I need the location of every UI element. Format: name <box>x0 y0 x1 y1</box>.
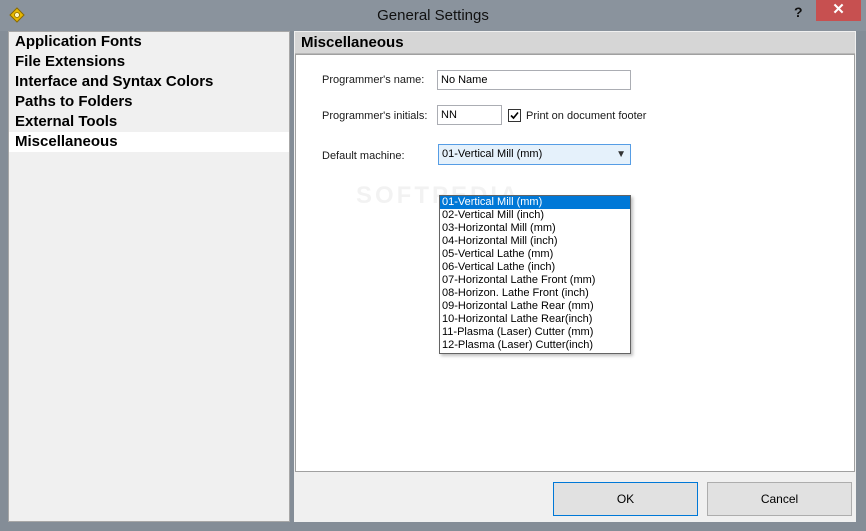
default-machine-label: Default machine: <box>322 150 405 162</box>
sidebar-item-application-fonts[interactable]: Application Fonts <box>9 32 289 52</box>
title-bar: General Settings ? ✕ <box>0 0 866 31</box>
sidebar-item-paths-to-folders[interactable]: Paths to Folders <box>9 92 289 112</box>
dropdown-option[interactable]: 07-Horizontal Lathe Front (mm) <box>440 274 630 287</box>
programmer-name-input[interactable]: No Name <box>437 70 631 90</box>
default-machine-select[interactable]: 01-Vertical Mill (mm) ▼ <box>438 144 631 165</box>
settings-category-list[interactable]: Application Fonts File Extensions Interf… <box>8 31 290 522</box>
window-title: General Settings <box>377 7 489 24</box>
dropdown-option[interactable]: 03-Horizontal Mill (mm) <box>440 222 630 235</box>
dropdown-option[interactable]: 09-Horizontal Lathe Rear (mm) <box>440 300 630 313</box>
dropdown-option[interactable]: 06-Vertical Lathe (inch) <box>440 261 630 274</box>
programmer-initials-input[interactable]: NN <box>437 105 502 125</box>
dropdown-option[interactable]: 05-Vertical Lathe (mm) <box>440 248 630 261</box>
dropdown-option[interactable]: 12-Plasma (Laser) Cutter(inch) <box>440 339 630 352</box>
print-footer-label[interactable]: Print on document footer <box>526 110 646 122</box>
dropdown-option[interactable]: 10-Horizontal Lathe Rear(inch) <box>440 313 630 326</box>
chevron-down-icon[interactable]: ▼ <box>616 145 626 164</box>
default-machine-value: 01-Vertical Mill (mm) <box>442 148 543 160</box>
dropdown-option[interactable]: 02-Vertical Mill (inch) <box>440 209 630 222</box>
dropdown-option[interactable]: 01-Vertical Mill (mm) <box>440 196 630 209</box>
ok-button[interactable]: OK <box>553 482 698 516</box>
sidebar-item-miscellaneous[interactable]: Miscellaneous <box>9 132 289 152</box>
dropdown-option[interactable]: 11-Plasma (Laser) Cutter (mm) <box>440 326 630 339</box>
programmer-initials-label: Programmer's initials: <box>322 110 428 122</box>
dropdown-option[interactable]: 08-Horizon. Lathe Front (inch) <box>440 287 630 300</box>
settings-panel: Miscellaneous SOFTPEDIA Programmer's nam… <box>294 31 856 522</box>
close-button[interactable]: ✕ <box>816 0 861 21</box>
dropdown-option[interactable]: 04-Horizontal Mill (inch) <box>440 235 630 248</box>
sidebar-item-external-tools[interactable]: External Tools <box>9 112 289 132</box>
settings-form: SOFTPEDIA Programmer's name: No Name Pro… <box>295 54 855 472</box>
sidebar-item-file-extensions[interactable]: File Extensions <box>9 52 289 72</box>
print-footer-checkbox[interactable] <box>508 109 521 122</box>
sidebar-item-interface-colors[interactable]: Interface and Syntax Colors <box>9 72 289 92</box>
help-button[interactable]: ? <box>794 4 803 20</box>
machine-dropdown-list[interactable]: 01-Vertical Mill (mm) 02-Vertical Mill (… <box>439 195 631 354</box>
section-title: Miscellaneous <box>295 32 855 54</box>
checkmark-icon <box>510 111 519 120</box>
programmer-name-label: Programmer's name: <box>322 74 425 86</box>
cancel-button[interactable]: Cancel <box>707 482 852 516</box>
